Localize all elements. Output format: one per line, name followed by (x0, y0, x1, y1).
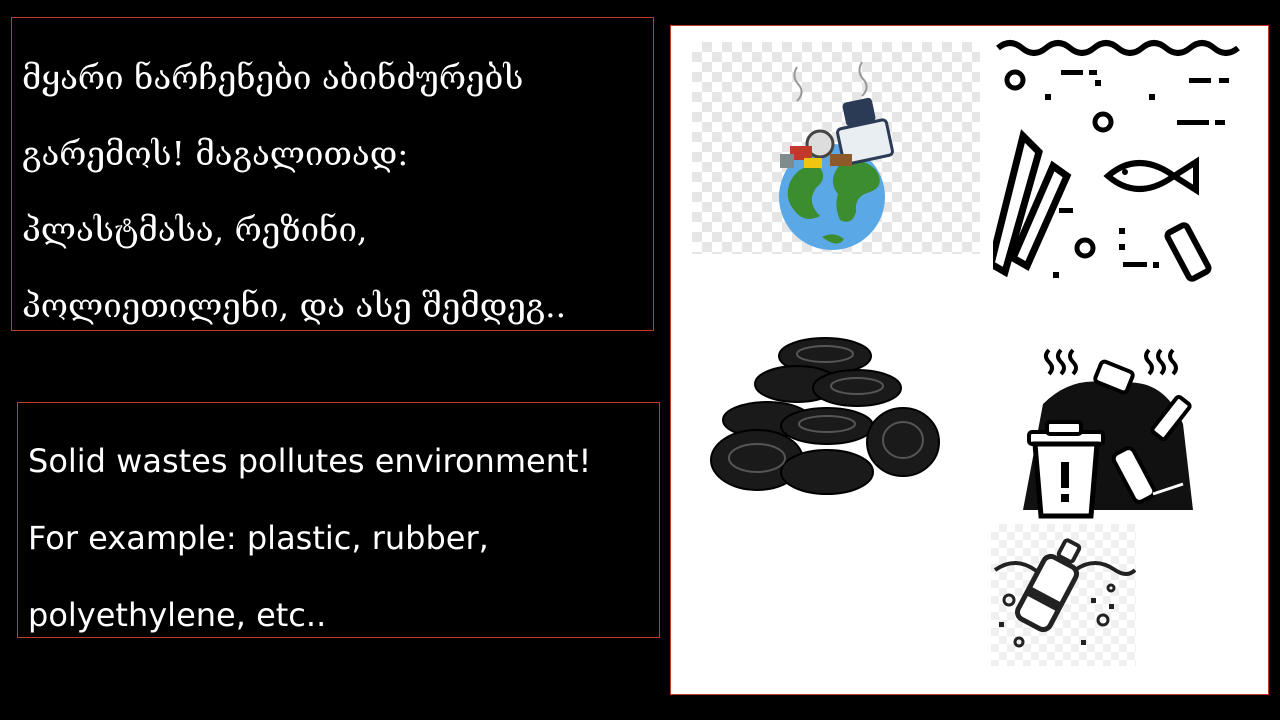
bottle-in-water-icon (991, 524, 1136, 666)
georgian-line-1: მყარი ნარჩენები აბინძურებს (22, 58, 524, 97)
tires-pile-icon (707, 326, 947, 506)
english-line-2: For example: plastic, rubber, (28, 519, 489, 557)
georgian-line-2: გარემოს! მაგალითად: (22, 134, 409, 173)
earth-garbage-icon (692, 42, 980, 254)
georgian-line-3: პლასტმასა, რეზინი, (22, 210, 368, 249)
english-text-box: Solid wastes pollutes environment! For e… (17, 402, 660, 638)
georgian-text-box: მყარი ნარჩენები აბინძურებს გარემოს! მაგა… (11, 17, 654, 331)
english-line-3: polyethylene, etc.. (28, 596, 327, 634)
image-panel (670, 25, 1269, 695)
waste-bin-icon (1023, 344, 1203, 519)
english-line-1: Solid wastes pollutes environment! (28, 442, 592, 480)
georgian-line-4: პოლიეთილენი, და ასე შემდეგ.. (22, 286, 567, 325)
ocean-pollution-icon (993, 36, 1243, 286)
